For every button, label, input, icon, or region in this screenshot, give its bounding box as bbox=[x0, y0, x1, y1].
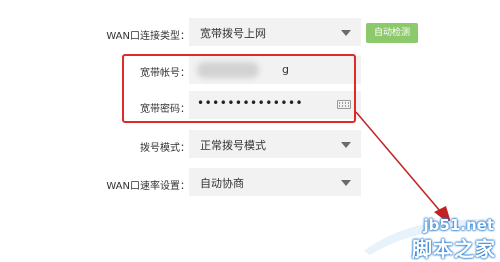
watermark-name: 脚本之家 bbox=[412, 237, 496, 261]
watermark-site: jb51.net bbox=[423, 216, 494, 234]
watermark: jb51.net 脚本之家 bbox=[362, 213, 498, 261]
